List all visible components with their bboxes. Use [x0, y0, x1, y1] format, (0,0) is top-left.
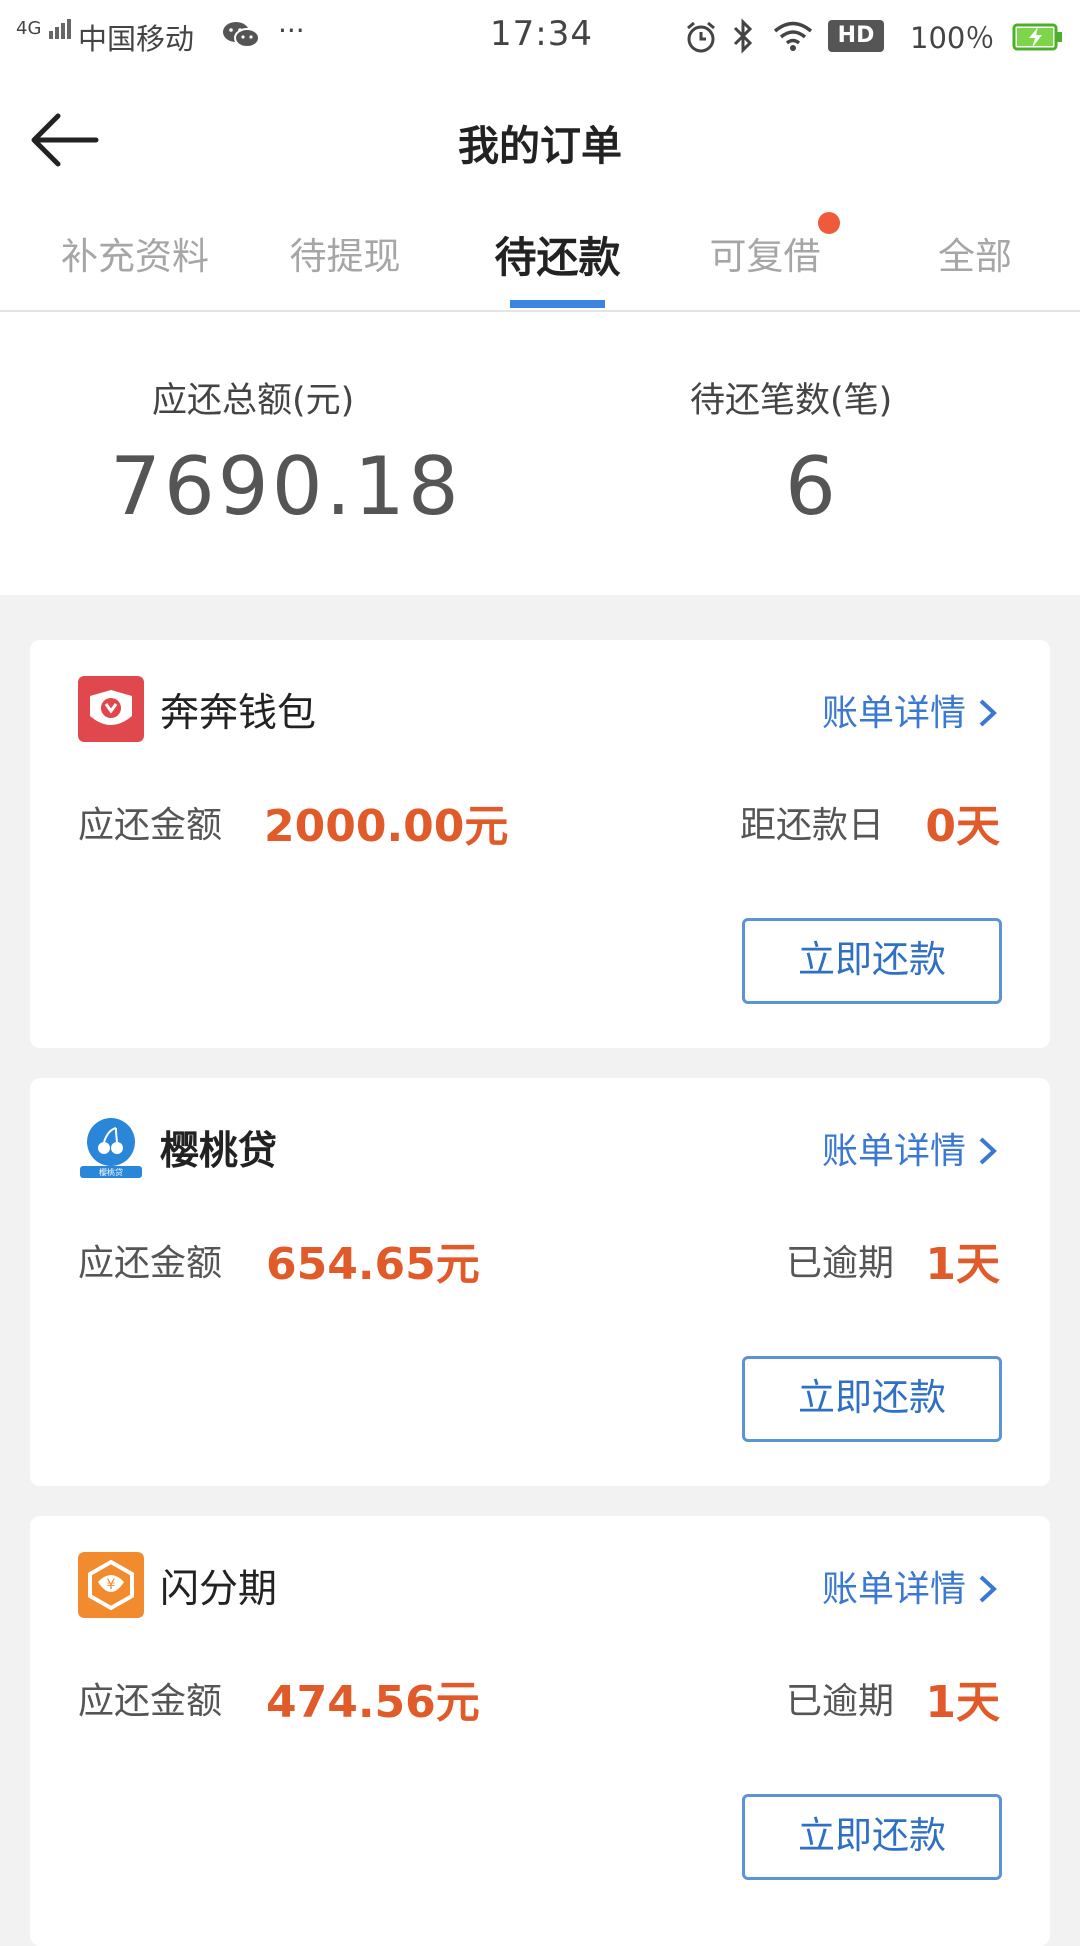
chevron-right-icon	[979, 699, 997, 727]
bill-detail-label: 账单详情	[821, 693, 966, 734]
pending-count-label: 待还笔数(笔)	[690, 381, 893, 421]
tab-pending-repayment[interactable]: 待还款	[460, 224, 655, 285]
alarm-icon	[687, 21, 715, 53]
bill-detail-link[interactable]: 账单详情	[822, 1122, 1000, 1174]
status-time: 17:34	[490, 14, 593, 54]
tab-reborrow[interactable]: 可复借	[670, 226, 860, 280]
order-tabs: 补充资料 待提现 待还款 可复借 全部	[0, 222, 1080, 312]
repay-now-button[interactable]: 立即还款	[742, 1356, 1002, 1442]
page-title: 我的订单	[458, 122, 622, 170]
days-until-due-label: 距还款日	[740, 805, 885, 846]
more-notifications: ···	[278, 14, 305, 47]
wechat-icon	[223, 22, 260, 48]
repay-now-button[interactable]: 立即还款	[742, 918, 1002, 1004]
shan-fenqi-icon: ¥	[78, 1552, 144, 1618]
lender-name: 奔奔钱包	[160, 691, 317, 736]
amount-due-value: 654.65元	[266, 1239, 480, 1290]
order-card: 樱桃贷 樱桃贷 账单详情 应还金额 654.65元 已逾期 1天 立即还款	[30, 1078, 1050, 1486]
amount-due-label: 应还金额	[78, 1681, 223, 1722]
lender-name: 闪分期	[160, 1567, 278, 1612]
bill-detail-label: 账单详情	[821, 1569, 966, 1610]
status-bar: 4G 中国移动 ··· 17:34 HD 100％	[0, 0, 1080, 70]
bill-detail-link[interactable]: 账单详情	[822, 684, 1000, 736]
tab-all[interactable]: 全部	[880, 226, 1070, 280]
amount-due-value: 2000.00元	[264, 801, 509, 852]
network-type: 4G	[16, 18, 42, 39]
amount-due-label: 应还金额	[78, 805, 223, 846]
pending-count-value: 6	[785, 440, 839, 533]
cherry-logo-caption: 樱桃贷	[99, 1167, 123, 1177]
signal-bars-icon	[49, 18, 73, 39]
bluetooth-icon	[733, 18, 753, 54]
chevron-right-icon	[979, 1137, 997, 1165]
order-card: 奔奔钱包 账单详情 应还金额 2000.00元 距还款日 0天 立即还款	[30, 640, 1050, 1048]
tab-supplement-info[interactable]: 补充资料	[40, 226, 230, 280]
battery-percent: 100％	[910, 21, 995, 55]
days-value: 1天	[925, 1677, 1000, 1728]
wifi-icon	[773, 21, 813, 51]
bill-detail-link[interactable]: 账单详情	[822, 1560, 1000, 1612]
benben-wallet-icon	[78, 676, 144, 742]
hd-badge: HD	[828, 20, 884, 52]
overdue-label: 已逾期	[786, 1681, 895, 1722]
amount-due-value: 474.56元	[266, 1677, 480, 1728]
overdue-label: 已逾期	[786, 1243, 895, 1284]
amount-due-label: 应还金额	[78, 1243, 223, 1284]
chevron-right-icon	[979, 1575, 997, 1603]
total-due-value: 7690.18	[110, 440, 462, 533]
repay-now-button[interactable]: 立即还款	[742, 1794, 1002, 1880]
lender-name: 樱桃贷	[160, 1129, 278, 1174]
signal-indicator: 4G	[16, 18, 73, 39]
tab-pending-withdraw[interactable]: 待提现	[250, 226, 440, 280]
carrier-name: 中国移动	[78, 22, 195, 56]
svg-text:¥: ¥	[107, 1577, 116, 1593]
bill-detail-label: 账单详情	[821, 1131, 966, 1172]
battery-charging-icon	[1012, 23, 1062, 51]
cherry-loan-icon: 樱桃贷	[78, 1114, 144, 1180]
active-tab-indicator	[510, 300, 605, 308]
new-notification-dot	[818, 212, 840, 234]
total-due-label: 应还总额(元)	[152, 381, 355, 421]
days-value: 1天	[925, 1239, 1000, 1290]
days-value: 0天	[925, 801, 1000, 852]
order-card: ¥ 闪分期 账单详情 应还金额 474.56元 已逾期 1天 立即还款	[30, 1516, 1050, 1946]
